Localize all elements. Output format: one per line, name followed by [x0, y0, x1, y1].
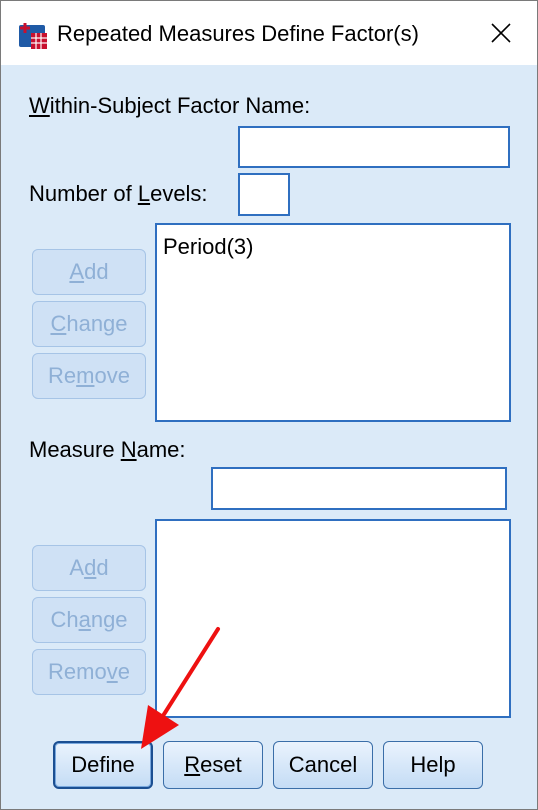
measure-name-input[interactable]	[211, 467, 507, 510]
factor-list[interactable]: Period(3)	[155, 223, 511, 422]
list-item[interactable]: Period(3)	[163, 233, 503, 261]
levels-label: Number of Levels:	[29, 181, 208, 206]
define-button[interactable]: Define	[53, 741, 153, 789]
factor-change-button[interactable]: Change	[32, 301, 146, 347]
measure-remove-button[interactable]: Remo v e	[32, 649, 146, 695]
window-title: Repeated Measures Define Factor(s)	[57, 21, 419, 46]
close-button[interactable]	[473, 11, 529, 55]
title-bar: Repeated Measures Define Factor(s)	[1, 1, 537, 65]
dialog-window: Repeated Measures Define Factor(s) Withi…	[0, 0, 538, 810]
measure-list[interactable]	[155, 519, 511, 718]
spss-table-icon	[19, 23, 47, 49]
factor-name-input[interactable]	[238, 126, 510, 168]
cancel-button[interactable]: Cancel	[273, 741, 373, 789]
factor-remove-button[interactable]: Re m ove	[32, 353, 146, 399]
reset-button[interactable]: Reset	[163, 741, 263, 789]
close-icon	[491, 23, 511, 43]
measure-name-label: Measure Name:	[29, 437, 186, 462]
measure-add-button[interactable]: Add	[32, 545, 146, 591]
help-button[interactable]: Help	[383, 741, 483, 789]
factor-add-button[interactable]: Add	[32, 249, 146, 295]
levels-input[interactable]	[238, 173, 290, 216]
measure-change-button[interactable]: Ch a nge	[32, 597, 146, 643]
factor-name-label: Within-Subject Factor Name:	[29, 93, 311, 118]
